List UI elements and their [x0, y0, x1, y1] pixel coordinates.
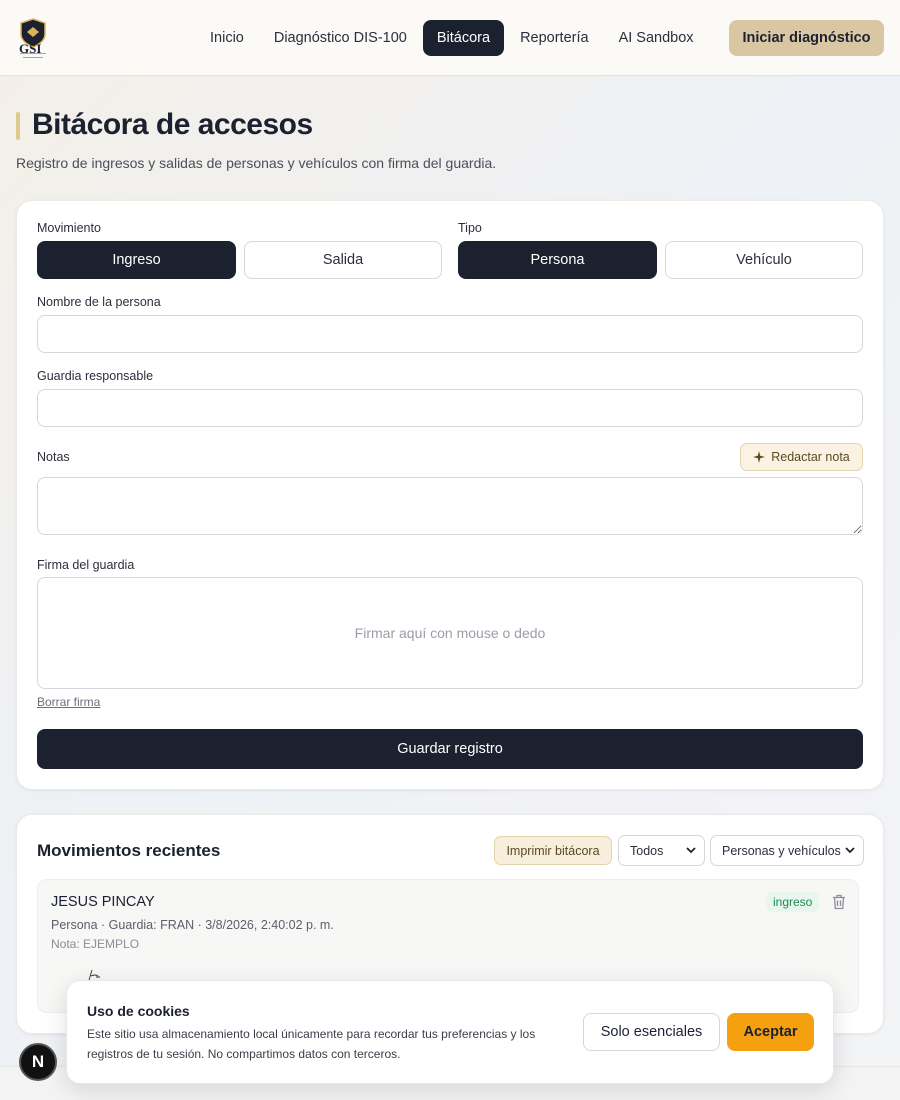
chevron-down-icon: [686, 847, 696, 854]
person-name-input[interactable]: [37, 315, 863, 353]
person-name-label: Nombre de la persona: [37, 295, 161, 309]
guard-label: Guardia responsable: [37, 369, 154, 383]
entry-meta: Persona · Guardia: FRAN · 3/8/2026, 2:40…: [51, 918, 334, 932]
type-filter-select[interactable]: Personas y vehículos: [710, 835, 864, 866]
clear-signature-link[interactable]: Borrar firma: [37, 695, 100, 709]
draft-note-label: Redactar nota: [771, 450, 850, 464]
recent-movements-title: Movimientos recientes: [37, 841, 221, 860]
type-label: Tipo: [458, 221, 482, 235]
logo-text: GSI: [19, 41, 42, 56]
guard-input[interactable]: [37, 389, 863, 427]
nav-reporteria[interactable]: Reportería: [506, 20, 603, 56]
save-record-button[interactable]: Guardar registro: [37, 729, 863, 769]
signature-label: Firma del guardia: [37, 558, 135, 572]
dev-tools-badge[interactable]: N: [19, 1043, 57, 1081]
page-title: Bitácora de accesos: [32, 108, 313, 141]
access-form-card: Movimiento Ingreso Salida Tipo Persona V…: [16, 200, 884, 790]
nav-bitacora[interactable]: Bitácora: [422, 20, 505, 56]
gsi-logo[interactable]: GSI: [18, 17, 48, 61]
signature-placeholder: Firmar aquí con mouse o dedo: [354, 625, 546, 641]
notes-textarea[interactable]: [37, 477, 863, 535]
movement-filter-select[interactable]: Todos: [618, 835, 705, 866]
movement-filter-value: Todos: [630, 843, 664, 858]
sparkle-icon: [753, 451, 766, 463]
movement-ingreso-button[interactable]: Ingreso: [37, 241, 236, 279]
chevron-down-icon: [845, 847, 855, 854]
notes-label: Notas: [37, 450, 70, 464]
page-subtitle: Registro de ingresos y salidas de person…: [16, 155, 497, 171]
print-log-button[interactable]: Imprimir bitácora: [494, 836, 612, 865]
type-persona-button[interactable]: Persona: [458, 241, 657, 279]
entry-note: Nota: EJEMPLO: [51, 937, 140, 951]
entry-name: JESUS PINCAY: [51, 894, 155, 910]
cookie-banner: Uso de cookies Este sitio usa almacenami…: [66, 980, 834, 1084]
cookie-title: Uso de cookies: [87, 1003, 190, 1019]
top-nav-bar: GSI Inicio Diagnóstico DIS-100 Bitácora …: [0, 0, 900, 76]
movement-salida-button[interactable]: Salida: [244, 241, 442, 279]
nav-ai-sandbox[interactable]: AI Sandbox: [605, 20, 708, 56]
n-logo-icon: N: [31, 1052, 45, 1071]
signature-pad[interactable]: Firmar aquí con mouse o dedo: [37, 577, 863, 689]
accept-cookies-button[interactable]: Aceptar: [727, 1013, 814, 1051]
draft-note-button[interactable]: Redactar nota: [740, 443, 863, 471]
essential-cookies-button[interactable]: Solo esenciales: [583, 1013, 720, 1051]
main-nav: Inicio Diagnóstico DIS-100 Bitácora Repo…: [196, 20, 710, 56]
status-badge: ingreso: [766, 892, 820, 912]
type-vehiculo-button[interactable]: Vehículo: [665, 241, 863, 279]
cookie-text: Este sitio usa almacenamiento local únic…: [87, 1027, 536, 1061]
type-filter-value: Personas y vehículos: [722, 843, 841, 858]
title-accent-bar: [16, 112, 20, 140]
start-diagnosis-button[interactable]: Iniciar diagnóstico: [729, 20, 884, 56]
nav-inicio[interactable]: Inicio: [196, 20, 258, 56]
movement-label: Movimiento: [37, 221, 101, 235]
trash-icon[interactable]: [832, 894, 846, 910]
nav-diagnostico[interactable]: Diagnóstico DIS-100: [260, 20, 421, 56]
